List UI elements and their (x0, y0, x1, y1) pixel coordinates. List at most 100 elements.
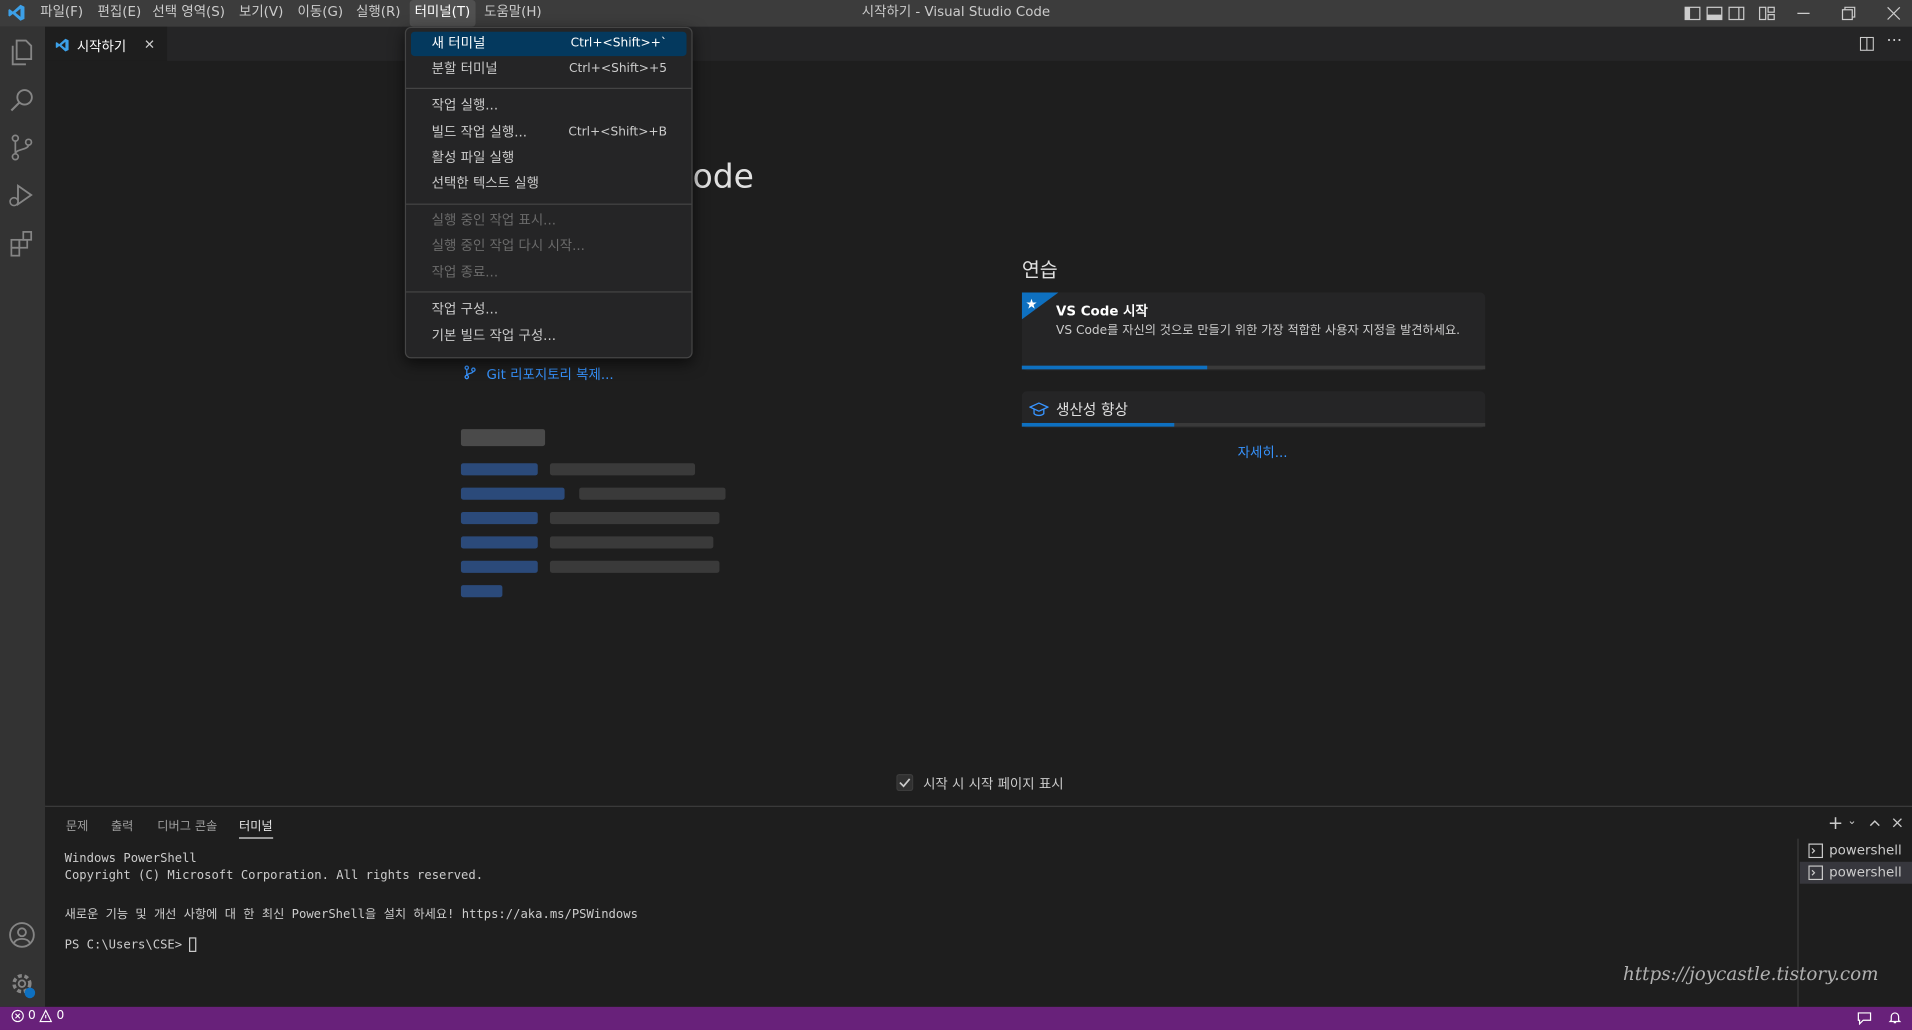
menu-item-label: 실행 중인 작업 다시 시작... (431, 237, 585, 254)
more-walkthroughs-link[interactable]: 자세히... (1238, 442, 1288, 462)
watermark: https://joycastle.tistory.com (1623, 962, 1879, 985)
toggle-secondary-sidebar-icon[interactable] (1727, 4, 1747, 24)
menu-edit[interactable]: 편집(E) (93, 0, 146, 27)
panel-tab-problems[interactable]: 문제 (66, 815, 88, 833)
menu-item-new-terminal[interactable]: 새 터미널 Ctrl+<Shift>+` (410, 31, 687, 57)
menu-item-run-build-task[interactable]: 빌드 작업 실행... Ctrl+<Shift>+B (411, 121, 687, 145)
show-on-startup-label: 시작 시 시작 페이지 표시 (923, 776, 1064, 793)
terminal-cursor (189, 937, 197, 952)
tab-label: 시작하기 (76, 39, 127, 55)
menu-item-label: 선택한 텍스트 실행 (431, 175, 539, 192)
menu-view[interactable]: 보기(V) (234, 0, 288, 27)
accounts-icon[interactable] (6, 919, 38, 951)
card-title: 생산성 향상 (1055, 401, 1128, 419)
terminal-name: powershell (1829, 842, 1902, 859)
menu-item-label: 새 터미널 (431, 35, 486, 52)
panel-tab-terminal[interactable]: 터미널 (239, 815, 273, 839)
tab-close-icon[interactable]: ✕ (144, 37, 155, 53)
extensions-icon[interactable] (6, 228, 38, 260)
notifications-bell-icon[interactable] (1888, 1010, 1903, 1025)
menu-item-label: 분할 터미널 (431, 60, 498, 77)
new-terminal-plus-icon[interactable]: + (1828, 812, 1843, 834)
close-panel-icon[interactable] (1891, 817, 1903, 829)
walkthrough-card-getting-started[interactable]: ★ VS Code 시작 VS Code를 자신의 것으로 만들기 위한 가장 … (1021, 292, 1486, 371)
menu-item-run-active-file[interactable]: 활성 파일 실행 (411, 146, 687, 170)
status-bar: 0 0 (0, 1006, 1912, 1030)
warning-icon (39, 1009, 53, 1023)
error-icon (11, 1009, 24, 1023)
split-editor-icon[interactable] (1858, 35, 1875, 52)
tab-welcome[interactable]: 시작하기 ✕ (45, 26, 168, 61)
terminal-dropdown-icon[interactable]: ⌄ (1847, 815, 1856, 827)
feedback-icon[interactable] (1857, 1010, 1872, 1026)
menu-file[interactable]: 파일(F) (35, 0, 88, 27)
warning-count: 0 (56, 1009, 65, 1023)
menu-item-label: 작업 구성... (431, 301, 499, 317)
menu-item-run-task[interactable]: 작업 실행... (411, 94, 687, 118)
close-window-icon[interactable] (1884, 4, 1904, 24)
terminal-menu-dropdown: 새 터미널 Ctrl+<Shift>+` 분할 터미널 Ctrl+<Shift>+5 작… (404, 26, 693, 359)
menu-selection[interactable]: 선택 영역(S) (148, 0, 230, 27)
menu-item-label: 기본 빌드 작업 구성... (431, 327, 556, 344)
manage-gear-icon[interactable] (6, 968, 38, 1000)
restore-icon[interactable] (1839, 4, 1859, 24)
menu-item-label: 빌드 작업 실행... (431, 124, 528, 141)
svg-text:★: ★ (1026, 297, 1038, 312)
menu-item-configure-tasks[interactable]: 작업 구성... (411, 297, 687, 321)
menu-item-shortcut: Ctrl+<Shift>+5 (568, 62, 668, 76)
run-debug-icon[interactable] (6, 179, 38, 211)
terminal-list-item[interactable]: powershell (1799, 861, 1912, 884)
terminal-line: 새로운 기능 및 개선 사항에 대 한 최신 PowerShell을 설치 하세… (64, 908, 638, 922)
toggle-primary-sidebar-icon[interactable] (1683, 4, 1703, 24)
toggle-panel-icon[interactable] (1705, 4, 1725, 24)
clone-repository-link[interactable]: Git 리포지토리 복제... (487, 364, 614, 384)
menu-terminal[interactable]: 터미널(T) (409, 0, 476, 27)
card-description: VS Code를 자신의 것으로 만들기 위한 가장 적합한 사용자 지정을 발… (1055, 324, 1461, 338)
show-on-startup-checkbox[interactable] (896, 774, 914, 792)
panel-tab-debug-console[interactable]: 디버그 콘솔 (157, 815, 217, 833)
terminal-line: Windows PowerShell (64, 852, 197, 866)
customize-layout-icon[interactable] (1757, 4, 1777, 24)
search-icon[interactable] (6, 84, 38, 116)
terminal-name: powershell (1829, 864, 1902, 881)
terminal-line: Copyright (C) Microsoft Corporation. All… (64, 869, 484, 883)
title-bar: 파일(F) 편집(E) 선택 영역(S) 보기(V) 이동(G) 실행(R) 터미널(T) 도… (0, 0, 1912, 27)
explorer-icon[interactable] (6, 37, 38, 69)
card-title: VS Code 시작 (1055, 303, 1148, 320)
menu-item-terminate-task: 작업 종료... (411, 261, 687, 285)
menu-item-configure-default-build-task[interactable]: 기본 빌드 작업 구성... (411, 324, 687, 348)
vscode-tab-icon (55, 38, 69, 52)
terminal-list-item[interactable]: powershell (1800, 840, 1912, 862)
source-control-icon[interactable] (6, 132, 38, 164)
welcome-page (45, 60, 1912, 805)
walkthroughs-heading: 연습 (1021, 258, 1058, 282)
menu-item-restart-running-task: 실행 중인 작업 다시 시작... (411, 234, 687, 258)
menu-item-label: 작업 실행... (431, 97, 499, 114)
card-progress-bar (1021, 365, 1486, 370)
menu-separator (406, 203, 692, 205)
editor-tab-bar (45, 26, 1912, 61)
terminal-prompt[interactable]: PS C:\Users\CSE> (65, 937, 197, 952)
menu-item-show-running-tasks: 실행 중인 작업 표시... (411, 208, 687, 232)
menu-go[interactable]: 이동(G) (293, 0, 348, 27)
menu-item-label: 활성 파일 실행 (431, 149, 515, 166)
menu-item-split-terminal[interactable]: 분할 터미널 Ctrl+<Shift>+5 (411, 57, 687, 81)
walkthrough-card-productivity[interactable]: 생산성 향상 (1021, 391, 1486, 428)
more-actions-icon[interactable]: ⋯ (1886, 32, 1902, 50)
minimize-icon[interactable] (1794, 4, 1814, 24)
menu-item-shortcut: Ctrl+<Shift>+` (570, 36, 668, 50)
error-count: 0 (28, 1009, 36, 1023)
panel-tab-output[interactable]: 출력 (111, 815, 133, 833)
menu-help[interactable]: 도움말(H) (479, 0, 546, 27)
menu-item-run-selected-text[interactable]: 선택한 텍스트 실행 (411, 172, 687, 196)
menu-item-label: 작업 종료... (431, 264, 499, 281)
problems-status[interactable]: 0 0 (11, 1009, 65, 1023)
vscode-logo-icon (8, 4, 25, 21)
menu-separator (406, 291, 692, 293)
git-clone-icon (464, 365, 476, 380)
maximize-panel-icon[interactable] (1868, 817, 1881, 830)
card-progress-bar (1021, 422, 1486, 427)
menu-run[interactable]: 실행(R) (351, 0, 405, 27)
activity-bar (0, 26, 46, 1007)
menu-item-shortcut: Ctrl+<Shift>+B (568, 125, 668, 139)
